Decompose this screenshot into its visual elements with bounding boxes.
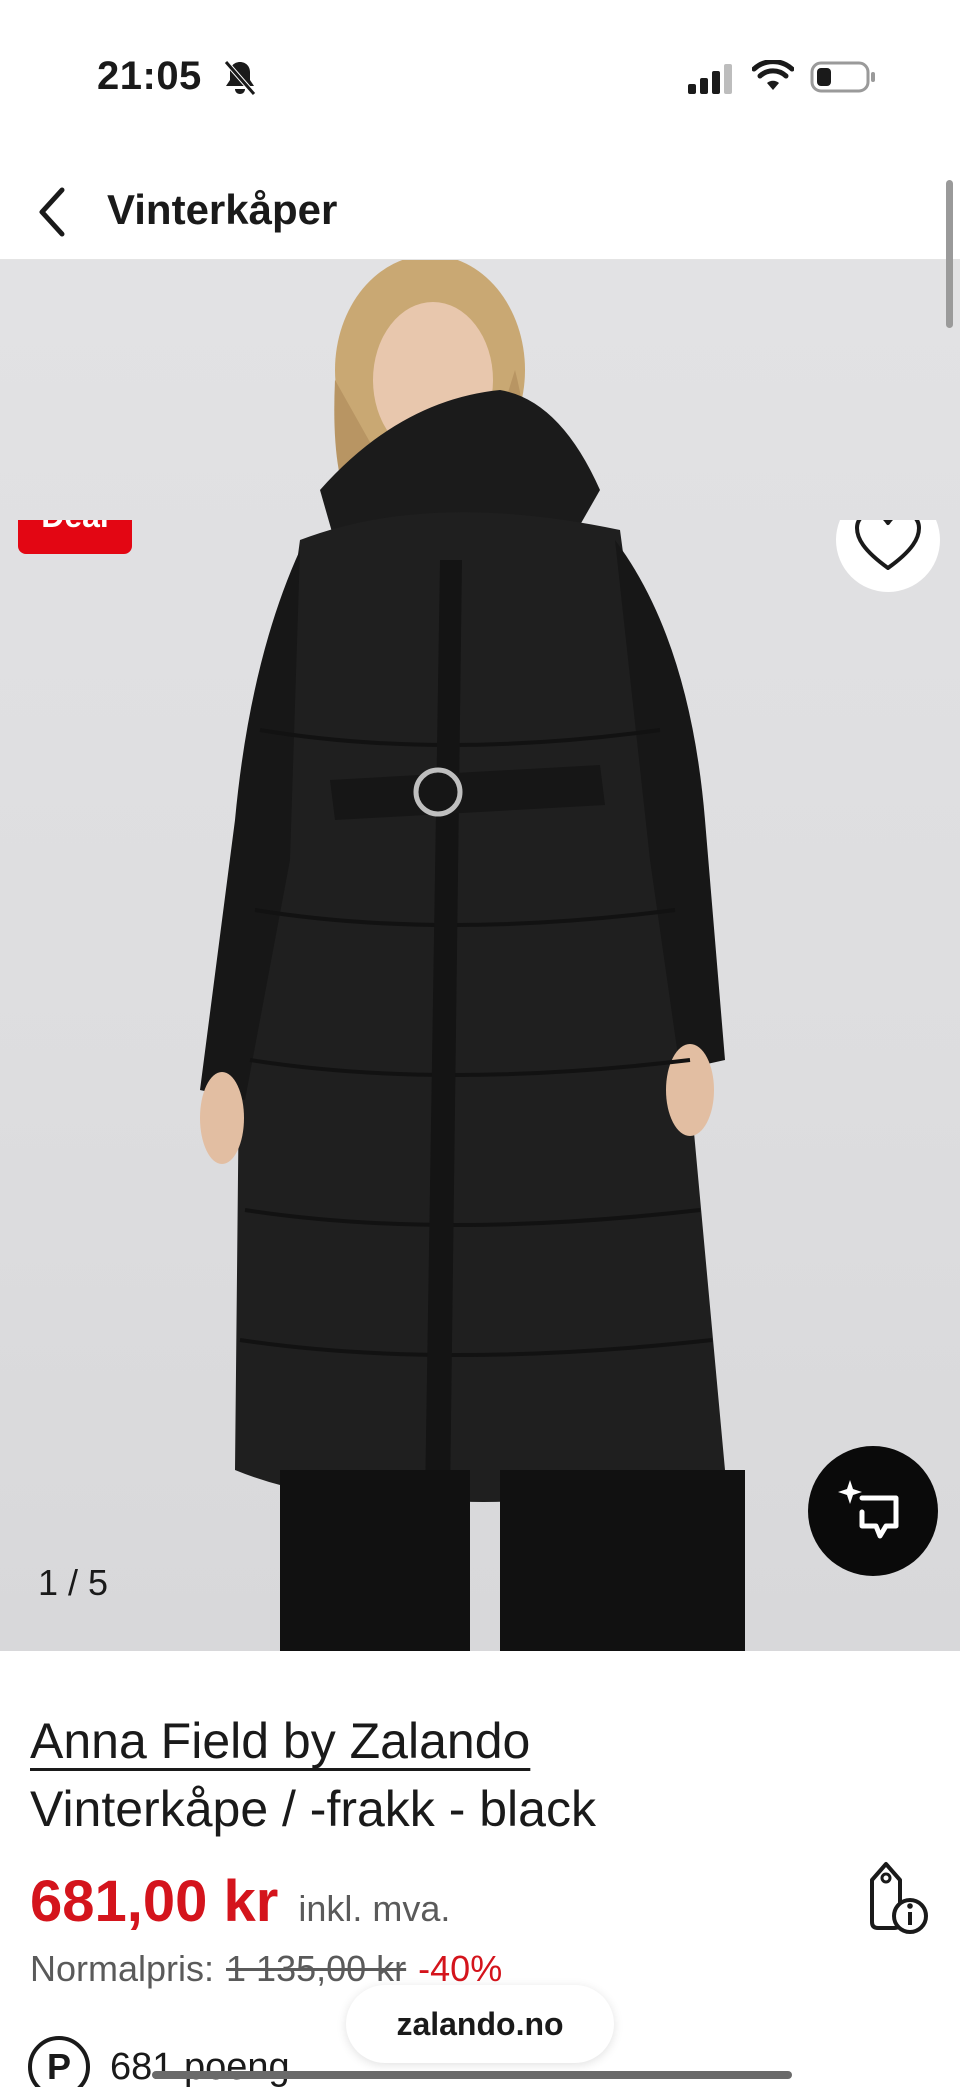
ai-assistant-button[interactable]	[808, 1446, 938, 1576]
product-image-gallery[interactable]: Deal 1 / 5	[0, 260, 960, 1651]
chevron-left-icon[interactable]	[36, 186, 68, 238]
page-title: Vinterkåper	[107, 186, 338, 233]
home-indicator[interactable]	[152, 2071, 792, 2079]
product-photo	[200, 260, 745, 1651]
current-price: 681,00 kr	[30, 1869, 279, 1934]
browser-url-pill[interactable]: zalando.no	[346, 1985, 614, 2063]
image-counter: 1 / 5	[38, 1562, 109, 1603]
battery-icon	[810, 61, 875, 93]
status-time: 21:05	[97, 54, 202, 98]
normal-price-row: Normalpris: 1 135,00 kr -40%	[30, 1948, 502, 1990]
normal-price-label: Normalpris:	[30, 1948, 215, 1989]
product-name: Vinterkåpe / -frakk - black	[30, 1781, 596, 1837]
bell-muted-icon	[224, 60, 256, 96]
wifi-icon	[752, 60, 794, 90]
old-price: 1 135,00 kr	[226, 1948, 407, 1989]
sparkle-tag-icon	[838, 1480, 899, 1539]
points-text: 681 poeng	[110, 2045, 290, 2087]
status-bar: 21:05	[0, 0, 960, 160]
brand-link[interactable]: Anna Field by Zalando	[30, 1712, 530, 1770]
price-tag-info-icon[interactable]	[866, 1860, 930, 1934]
points-icon: P	[28, 2036, 90, 2087]
tax-note: inkl. mva.	[298, 1888, 451, 1929]
discount-percent: -40%	[418, 1948, 503, 1989]
points-row: P 681 poeng	[28, 2036, 290, 2087]
price-row: 681,00 kr inkl. mva.	[30, 1868, 450, 1935]
cellular-signal-icon	[688, 64, 732, 94]
scrollbar[interactable]	[946, 180, 953, 328]
